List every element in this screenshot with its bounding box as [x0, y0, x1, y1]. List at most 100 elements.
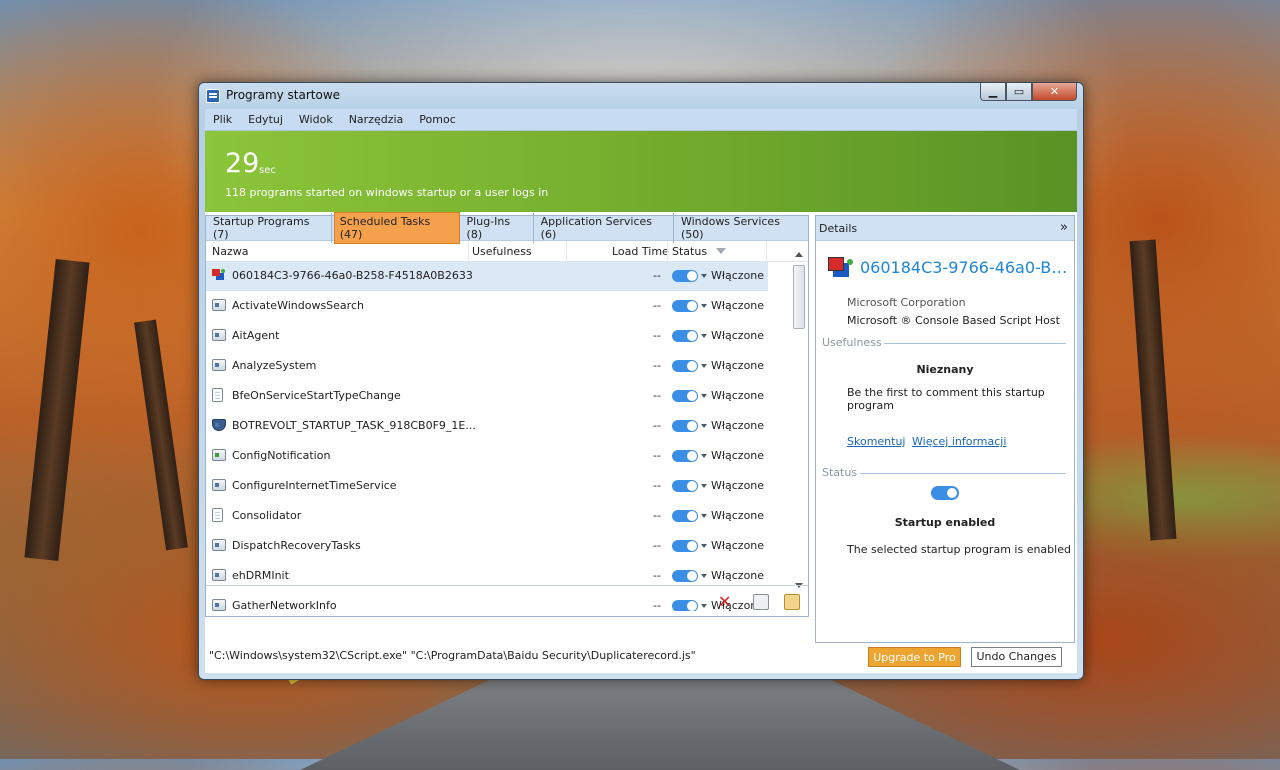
menu-widok[interactable]: Widok	[291, 113, 341, 126]
table-row[interactable]: AitAgent -- Włączone	[206, 321, 768, 351]
load-time: --	[653, 419, 661, 432]
chevron-down-icon[interactable]	[701, 274, 707, 278]
close-button[interactable]: ✕	[1032, 83, 1077, 101]
status-toggle[interactable]	[672, 330, 698, 342]
table-row[interactable]: BfeOnServiceStartTypeChange -- Włączone	[206, 381, 768, 411]
list-toolbar: ✕	[206, 585, 808, 616]
menu-pomoc[interactable]: Pomoc	[411, 113, 463, 126]
status-toggle[interactable]	[672, 270, 698, 282]
tab-plug-ins[interactable]: Plug-Ins (8)	[462, 213, 534, 243]
chevron-down-icon[interactable]	[701, 394, 707, 398]
run-startup-icon[interactable]	[753, 594, 769, 610]
category-tabs: Startup Programs (7) Scheduled Tasks (47…	[206, 212, 808, 244]
startup-time-banner: 29 sec 118 programs started on windows s…	[205, 131, 1077, 212]
consolidator-icon	[212, 508, 223, 522]
status-text: Włączone	[711, 569, 765, 582]
minimize-button[interactable]: ▁	[980, 83, 1006, 101]
chevron-down-icon[interactable]	[701, 514, 707, 518]
chevron-down-icon[interactable]	[701, 364, 707, 368]
tab-windows-services[interactable]: Windows Services (50)	[676, 213, 808, 243]
task-name: Consolidator	[232, 509, 302, 522]
title-bar[interactable]: Programy startowe ▁ ▭ ✕	[199, 83, 1083, 109]
status-toggle[interactable]	[672, 450, 698, 462]
menu-bar: Plik Edytuj Widok Narzędzia Pomoc	[205, 109, 1077, 131]
task-icon	[212, 539, 226, 551]
table-row[interactable]: AnalyzeSystem -- Włączone	[206, 351, 768, 381]
task-name: AitAgent	[232, 329, 280, 342]
scroll-up-icon[interactable]	[795, 252, 803, 257]
menu-edytuj[interactable]: Edytuj	[240, 113, 291, 126]
table-row[interactable]: ConfigureInternetTimeService -- Włączone	[206, 471, 768, 501]
table-row[interactable]: Consolidator -- Włączone	[206, 501, 768, 531]
table-row[interactable]: 060184C3-9766-46a0-B258-F4518A0B2633 -- …	[206, 261, 768, 291]
status-toggle[interactable]	[672, 510, 698, 522]
details-title: Details	[819, 222, 858, 235]
status-toggle[interactable]	[672, 360, 698, 372]
table-row[interactable]: ActivateWindowsSearch -- Włączone	[206, 291, 768, 321]
load-time: --	[653, 479, 661, 492]
column-name[interactable]: Nazwa	[212, 245, 248, 258]
menu-plik[interactable]: Plik	[205, 113, 240, 126]
task-list: 060184C3-9766-46a0-B258-F4518A0B2633 -- …	[206, 261, 768, 611]
tab-scheduled-tasks[interactable]: Scheduled Tasks (47)	[333, 212, 460, 244]
comment-link[interactable]: Skomentuj	[847, 435, 906, 448]
app-window: Programy startowe ▁ ▭ ✕ Plik Edytuj Wido…	[198, 82, 1084, 680]
status-toggle[interactable]	[672, 570, 698, 582]
program-company: Microsoft Corporation	[847, 296, 966, 309]
task-name: ConfigureInternetTimeService	[232, 479, 397, 492]
status-toggle[interactable]	[672, 300, 698, 312]
usefulness-rating: Nieznany	[916, 363, 974, 376]
status-toggle[interactable]	[672, 420, 698, 432]
chevron-down-icon[interactable]	[701, 574, 707, 578]
startup-time-value: 29	[225, 148, 260, 179]
section-divider	[860, 473, 1066, 474]
collapse-panel-icon[interactable]: »	[1060, 220, 1068, 235]
table-row[interactable]: DispatchRecoveryTasks -- Włączone	[206, 531, 768, 561]
menu-narzedzia[interactable]: Narzędzia	[341, 113, 412, 126]
details-status-toggle[interactable]	[931, 486, 959, 500]
column-status[interactable]: Status	[672, 245, 707, 258]
maximize-button[interactable]: ▭	[1006, 83, 1032, 101]
status-text: Włączone	[711, 479, 765, 492]
load-time: --	[653, 329, 661, 342]
tab-application-services[interactable]: Application Services (6)	[536, 213, 674, 243]
program-icon	[828, 257, 853, 283]
table-header: Nazwa Usefulness Load Time Status	[206, 241, 808, 262]
open-location-icon[interactable]	[784, 594, 800, 610]
script-host-icon	[212, 269, 226, 281]
status-text: Włączone	[711, 299, 765, 312]
startup-time-unit: sec	[259, 165, 276, 176]
delete-icon[interactable]: ✕	[718, 594, 734, 610]
startup-summary: 118 programs started on windows startup …	[225, 186, 549, 199]
chevron-down-icon[interactable]	[701, 454, 707, 458]
scrollbar-thumb[interactable]	[793, 265, 805, 329]
tab-startup-programs[interactable]: Startup Programs (7)	[208, 213, 332, 243]
table-row[interactable]: BOTREVOLT_STARTUP_TASK_918CB0F9_1E... --…	[206, 411, 768, 441]
chevron-down-icon[interactable]	[701, 304, 707, 308]
chevron-down-icon[interactable]	[701, 484, 707, 488]
task-icon	[212, 569, 226, 581]
details-pane: Details » 060184C3-9766-46a0-B25... Micr…	[815, 215, 1075, 643]
table-row[interactable]: ConfigNotification -- Włączone	[206, 441, 768, 471]
load-time: --	[653, 359, 661, 372]
column-usefulness[interactable]: Usefulness	[472, 245, 532, 258]
status-toggle[interactable]	[672, 390, 698, 402]
upgrade-button[interactable]: Upgrade to Pro	[868, 647, 961, 667]
status-toggle[interactable]	[672, 480, 698, 492]
more-info-link[interactable]: Więcej informacji	[912, 435, 1006, 448]
status-text: Włączone	[711, 509, 765, 522]
details-header: Details »	[816, 216, 1074, 241]
column-load-time[interactable]: Load Time	[612, 245, 669, 258]
close-icon: ✕	[1049, 85, 1060, 98]
chevron-down-icon[interactable]	[701, 544, 707, 548]
status-toggle[interactable]	[672, 540, 698, 552]
load-time: --	[653, 449, 661, 462]
task-name: BOTREVOLT_STARTUP_TASK_918CB0F9_1E...	[232, 419, 476, 432]
task-name: AnalyzeSystem	[232, 359, 317, 372]
task-name: 060184C3-9766-46a0-B258-F4518A0B2633	[232, 269, 473, 282]
chevron-down-icon[interactable]	[701, 334, 707, 338]
status-title: Startup enabled	[894, 516, 996, 529]
undo-changes-button[interactable]: Undo Changes	[971, 647, 1062, 667]
chevron-down-icon[interactable]	[701, 424, 707, 428]
list-scrollbar[interactable]	[792, 252, 807, 588]
